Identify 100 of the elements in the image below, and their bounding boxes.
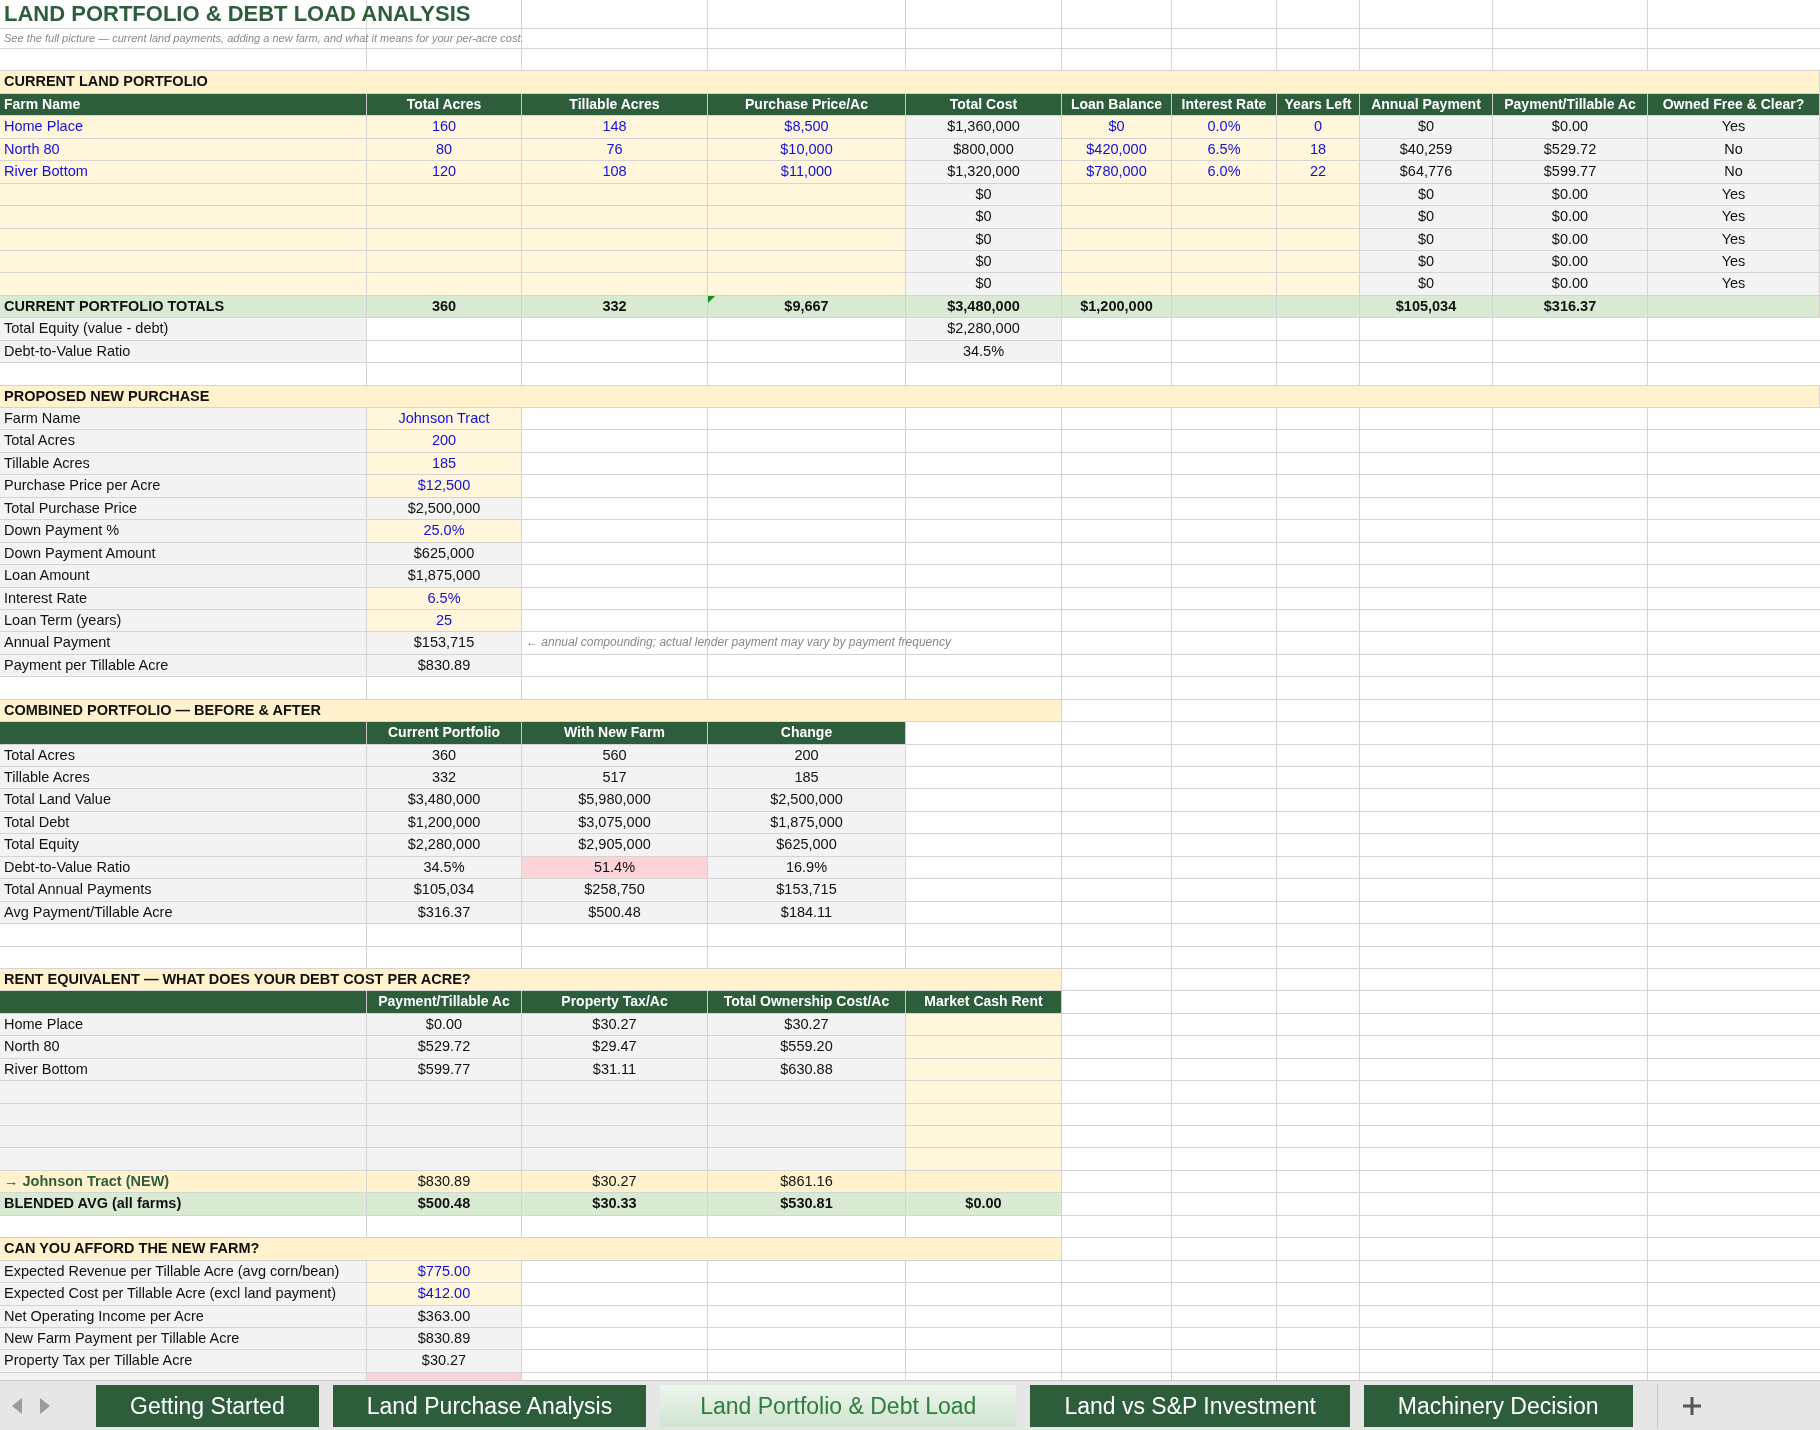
input-cell[interactable]: 6.0% — [1172, 161, 1277, 183]
input-cell[interactable] — [1062, 228, 1172, 250]
table-cell: $599.77 — [367, 1058, 522, 1081]
table-cell: $258,750 — [522, 879, 708, 901]
scroll-right-icon[interactable] — [38, 1396, 52, 1415]
input-cell[interactable] — [1172, 206, 1277, 228]
input-cell[interactable]: 0.0% — [1172, 116, 1277, 138]
input-cell[interactable] — [1277, 206, 1360, 228]
input-cell[interactable]: $10,000 — [708, 138, 906, 161]
input-cell[interactable] — [1172, 183, 1277, 206]
input-cell[interactable] — [367, 273, 522, 295]
input-cell[interactable]: 18 — [1277, 138, 1360, 161]
sheet-tab[interactable]: Machinery Decision — [1363, 1384, 1633, 1427]
input-cell[interactable] — [1277, 183, 1360, 206]
input-cell[interactable] — [906, 1036, 1062, 1058]
input-cell[interactable]: 0 — [1277, 116, 1360, 138]
input-cell[interactable] — [1277, 250, 1360, 273]
table-cell: $500.48 — [522, 901, 708, 924]
table-cell: $0.00 — [1493, 116, 1648, 138]
input-cell[interactable] — [0, 273, 367, 295]
input-cell[interactable] — [906, 1013, 1062, 1036]
input-cell[interactable] — [0, 228, 367, 250]
input-cell[interactable] — [1062, 273, 1172, 295]
input-cell[interactable]: $0 — [1062, 116, 1172, 138]
input-cell[interactable] — [708, 183, 906, 206]
scroll-left-icon[interactable] — [10, 1396, 24, 1415]
input-cell[interactable] — [708, 228, 906, 250]
input-cell[interactable]: 76 — [522, 138, 708, 161]
input-cell[interactable] — [1172, 250, 1277, 273]
input-cell[interactable]: Home Place — [0, 116, 367, 138]
input-cell[interactable] — [0, 183, 367, 206]
input-cell[interactable] — [1277, 273, 1360, 295]
input-cell[interactable] — [906, 1081, 1062, 1103]
input-cell[interactable]: 22 — [1277, 161, 1360, 183]
input-cell[interactable]: 185 — [367, 452, 522, 475]
column-header: Total Acres — [367, 93, 522, 116]
input-cell[interactable] — [0, 206, 367, 228]
column-header: Total Cost — [906, 93, 1062, 116]
input-cell[interactable]: $8,500 — [708, 116, 906, 138]
input-cell[interactable] — [1172, 228, 1277, 250]
input-cell[interactable] — [522, 206, 708, 228]
input-cell[interactable]: 120 — [367, 161, 522, 183]
input-cell[interactable]: $12,500 — [367, 475, 522, 497]
input-cell[interactable]: 25.0% — [367, 520, 522, 542]
sheet-tab[interactable]: Land Purchase Analysis — [332, 1384, 647, 1427]
input-cell[interactable] — [906, 1058, 1062, 1081]
input-cell[interactable] — [367, 228, 522, 250]
section-heading: COMBINED PORTFOLIO — BEFORE & AFTER — [0, 699, 1062, 722]
input-cell[interactable]: North 80 — [0, 138, 367, 161]
input-cell[interactable] — [367, 183, 522, 206]
input-cell[interactable] — [1277, 228, 1360, 250]
input-cell[interactable] — [1062, 250, 1172, 273]
input-cell[interactable] — [522, 228, 708, 250]
input-cell[interactable] — [1062, 183, 1172, 206]
row-label: Loan Amount — [0, 565, 367, 587]
input-cell[interactable] — [1062, 206, 1172, 228]
input-cell[interactable] — [906, 1103, 1062, 1125]
table-cell: $0 — [906, 228, 1062, 250]
input-cell[interactable] — [906, 1148, 1062, 1170]
input-cell[interactable] — [367, 206, 522, 228]
input-cell[interactable]: 6.5% — [1172, 138, 1277, 161]
sheet-title: LAND PORTFOLIO & DEBT LOAD ANALYSIS — [3, 0, 472, 28]
input-cell[interactable]: River Bottom — [0, 161, 367, 183]
input-cell[interactable]: 200 — [367, 430, 522, 452]
table-cell: $1,200,000 — [367, 811, 522, 834]
input-cell[interactable]: $780,000 — [1062, 161, 1172, 183]
input-cell[interactable]: $420,000 — [1062, 138, 1172, 161]
input-cell[interactable] — [522, 250, 708, 273]
input-cell[interactable] — [708, 206, 906, 228]
column-header: Payment/Tillable Ac — [1493, 93, 1648, 116]
input-cell[interactable]: 148 — [522, 116, 708, 138]
input-cell[interactable] — [0, 250, 367, 273]
row-label: Debt-to-Value Ratio — [0, 340, 367, 363]
input-cell[interactable]: 25 — [367, 609, 522, 632]
total-cell: $530.81 — [708, 1193, 906, 1215]
input-cell[interactable]: 160 — [367, 116, 522, 138]
input-cell[interactable]: $11,000 — [708, 161, 906, 183]
column-header: Years Left — [1277, 93, 1360, 116]
table-cell: $30.27 — [522, 1170, 708, 1193]
input-cell[interactable] — [522, 183, 708, 206]
input-cell[interactable]: $412.00 — [367, 1283, 522, 1305]
input-cell[interactable]: $775.00 — [367, 1260, 522, 1283]
input-cell[interactable] — [708, 250, 906, 273]
column-header: Farm Name — [0, 93, 367, 116]
table-cell: $363.00 — [367, 1305, 522, 1327]
table-cell: $3,075,000 — [522, 811, 708, 834]
input-cell[interactable] — [906, 1126, 1062, 1148]
input-cell[interactable]: 80 — [367, 138, 522, 161]
input-cell[interactable] — [522, 273, 708, 295]
input-cell[interactable]: Johnson Tract — [367, 408, 522, 430]
input-cell[interactable] — [1172, 273, 1277, 295]
input-cell[interactable] — [708, 273, 906, 295]
sheet-tab[interactable]: Land Portfolio & Debt Load — [660, 1384, 1017, 1427]
sheet-tab[interactable]: Land vs S&P Investment — [1030, 1384, 1350, 1427]
total-cell: $316.37 — [1493, 295, 1648, 318]
input-cell[interactable] — [367, 250, 522, 273]
row-label: Total Debt — [0, 811, 367, 834]
sheet-tab[interactable]: Getting Started — [96, 1384, 319, 1427]
input-cell[interactable]: 108 — [522, 161, 708, 183]
input-cell[interactable]: 6.5% — [367, 587, 522, 609]
